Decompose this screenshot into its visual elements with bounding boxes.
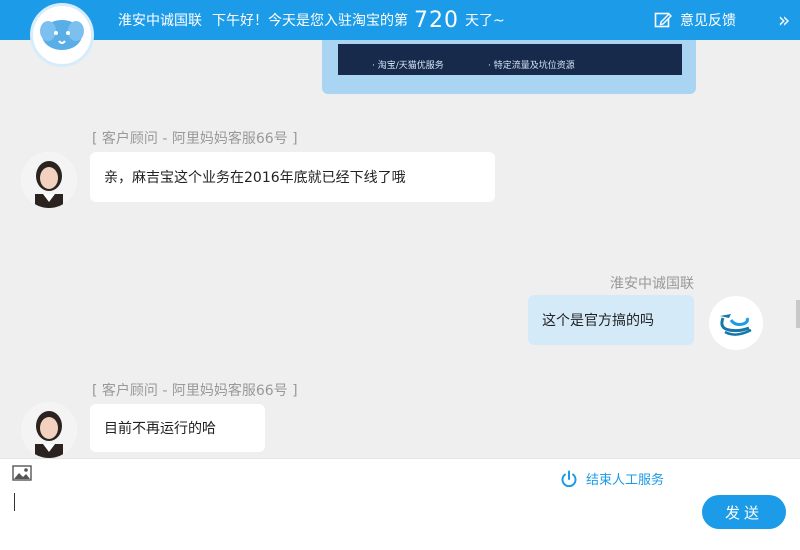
message-text: 目前不再运行的哈 <box>104 421 216 437</box>
agent-photo <box>21 402 77 458</box>
user-message-bubble: 这个是官方搞的吗 <box>528 295 694 345</box>
days-count: 720 <box>414 7 459 33</box>
top-header: 淮安中诚国联 下午好！今天是您入驻淘宝的第 720 天了~ 意见反馈 » <box>0 0 800 40</box>
agent-avatar <box>21 152 77 208</box>
company-name: 淮安中诚国联 <box>118 13 202 29</box>
double-chevron-right-icon: » <box>778 8 791 32</box>
promo-item: · 特定流量及坑位资源 <box>488 61 575 71</box>
message-text: 亲，麻吉宝这个业务在2016年底就已经下线了哦 <box>104 170 406 186</box>
upload-image-button[interactable] <box>12 465 32 485</box>
promo-banner: · 淘宝/天猫优服务 · 特定流量及坑位资源 <box>338 44 682 75</box>
image-icon <box>12 465 32 481</box>
agent-photo <box>21 152 77 208</box>
service-logo <box>30 3 94 67</box>
send-button[interactable]: 发送 <box>702 495 786 529</box>
end-service-button[interactable]: 结束人工服务 <box>560 469 664 488</box>
power-icon <box>561 470 577 487</box>
promo-card: · 淘宝/天猫优服务 · 特定流量及坑位资源 <box>322 40 696 94</box>
user-avatar <box>709 296 763 350</box>
agent-message-bubble: 亲，麻吉宝这个业务在2016年底就已经下线了哦 <box>90 152 495 202</box>
message-input[interactable] <box>12 489 692 543</box>
elephant-logo-icon <box>40 20 84 50</box>
edit-icon <box>654 12 672 28</box>
user-name-label: 淮安中诚国联 <box>610 276 694 292</box>
agent-label: [ 客户顾问 - 阿里妈妈客服66号 ] <box>92 383 298 399</box>
feedback-button[interactable]: 意见反馈 <box>654 0 736 40</box>
collapse-button[interactable]: » <box>778 0 790 40</box>
greeting-text: 淮安中诚国联 下午好！今天是您入驻淘宝的第 720 天了~ <box>118 0 505 40</box>
message-text: 这个是官方搞的吗 <box>542 313 654 329</box>
input-area: 结束人工服务 发送 <box>0 458 800 550</box>
feedback-label: 意见反馈 <box>680 13 736 29</box>
company-logo-icon <box>709 296 763 350</box>
greeting-prefix: 下午好！今天是您入驻淘宝的第 <box>212 13 408 29</box>
text-cursor <box>14 493 15 511</box>
scrollbar-thumb[interactable] <box>796 300 800 328</box>
greeting-suffix: 天了~ <box>465 13 505 29</box>
agent-message-bubble: 目前不再运行的哈 <box>90 404 265 452</box>
promo-item: · 淘宝/天猫优服务 <box>372 61 444 71</box>
end-service-label: 结束人工服务 <box>586 473 665 488</box>
agent-avatar <box>21 402 77 458</box>
agent-label: [ 客户顾问 - 阿里妈妈客服66号 ] <box>92 131 298 147</box>
